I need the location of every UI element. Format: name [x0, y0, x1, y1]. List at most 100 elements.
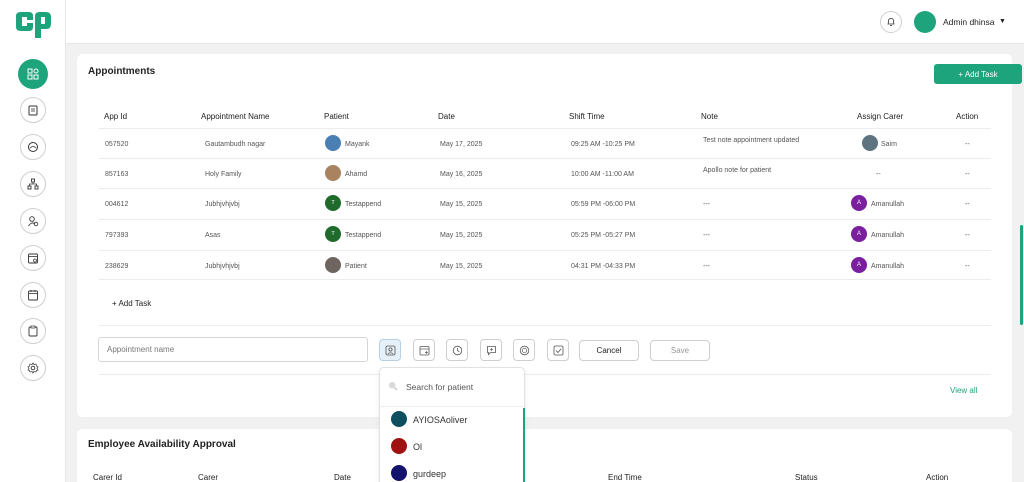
table-row[interactable]: 004612 Jubhjvhjvbj T Testappend May 15, …	[99, 188, 991, 218]
carer-avatar: A	[851, 257, 867, 273]
cell-date: May 15, 2025	[440, 232, 483, 239]
cell-action[interactable]: --	[965, 171, 970, 178]
cell-shift-time: 05:59 PM -06:00 PM	[571, 201, 636, 208]
sidebar-item-status[interactable]	[20, 134, 46, 160]
col-carer: Carer	[198, 473, 219, 482]
user-avatar[interactable]	[914, 11, 936, 33]
select-date-button[interactable]	[413, 339, 435, 361]
cell-date: May 15, 2025	[440, 201, 483, 208]
add-task-link[interactable]: + Add Task	[112, 299, 151, 308]
sidebar-item-tasks[interactable]	[20, 97, 46, 123]
carer-avatar: A	[851, 226, 867, 242]
carer-avatar: A	[851, 195, 867, 211]
patient-search-input[interactable]: Search for patient	[406, 382, 473, 392]
col-patient: Patient	[324, 112, 349, 121]
cell-note: ---	[703, 232, 710, 239]
cell-patient: Patient	[345, 263, 367, 270]
table-row[interactable]: 857163 Holy Family Ahamd May 16, 2025 10…	[99, 158, 991, 188]
cell-note: ---	[703, 201, 710, 208]
divider	[380, 406, 526, 407]
sidebar-item-org[interactable]	[20, 171, 46, 197]
patient-avatar: T	[325, 195, 341, 211]
add-task-button[interactable]: + Add Task	[934, 64, 1022, 84]
cell-shift-time: 09:25 AM -10:25 PM	[571, 141, 635, 148]
cell-note: ---	[703, 263, 710, 270]
dropdown-scrollbar[interactable]	[523, 408, 525, 482]
cell-action[interactable]: --	[965, 263, 970, 270]
sidebar-item-settings[interactable]	[20, 355, 46, 381]
cell-carer: Amanullah	[871, 232, 905, 239]
patient-dropdown: Search for patient AYIOSAoliver Ol gurde…	[379, 367, 526, 482]
col-date: Date	[438, 112, 455, 121]
view-all-link[interactable]: View all	[950, 386, 977, 395]
cell-carer: Saim	[881, 141, 897, 148]
bell-icon	[887, 18, 895, 26]
patient-option[interactable]: AYIOSAoliver	[391, 411, 516, 427]
cell-date: May 15, 2025	[440, 263, 483, 270]
patient-avatar: T	[325, 226, 341, 242]
col-carer-id: Carer Id	[93, 473, 122, 482]
patient-avatar	[325, 165, 341, 181]
divider	[99, 374, 991, 375]
col-app-id: App Id	[104, 112, 128, 121]
table-row[interactable]: 057520 Gautambudh nagar Mayank May 17, 2…	[99, 128, 991, 158]
cell-app-id: 057520	[105, 141, 129, 148]
cell-patient: Testappend	[345, 201, 382, 208]
check-icon	[553, 345, 563, 355]
cell-appointment-name: Gautambudh nagar	[205, 141, 266, 148]
table-row[interactable]: 797393 Asas T Testappend May 15, 2025 05…	[99, 219, 991, 249]
col-action: Action	[956, 112, 979, 121]
table-row[interactable]: 238629 Jubhjvhjvbj Patient May 15, 2025 …	[99, 250, 991, 280]
col-shift-time: Shift Time	[569, 112, 605, 121]
page-scrollbar[interactable]	[1020, 225, 1023, 325]
patient-option-name: gurdeep	[413, 469, 447, 479]
settings-icon	[27, 362, 39, 374]
add-note-button[interactable]	[480, 339, 502, 361]
patient-option[interactable]: Ol	[391, 438, 516, 454]
cell-action[interactable]: --	[965, 141, 970, 148]
top-header: Admin dhinsa ▼	[66, 0, 1024, 44]
select-patient-button[interactable]	[379, 339, 401, 361]
col-note: Note	[701, 112, 718, 121]
calendar-alt-icon	[28, 290, 38, 301]
admin-name[interactable]: Admin dhinsa	[943, 17, 995, 27]
app-logo[interactable]	[13, 10, 53, 40]
cell-carer: Amanullah	[871, 201, 905, 208]
chevron-down-icon[interactable]: ▼	[999, 18, 1006, 25]
employee-availability-card: Employee Availability Approval Carer Id …	[77, 429, 1012, 482]
sidebar-item-dashboard[interactable]	[18, 59, 48, 89]
patient-option[interactable]: gurdeep	[391, 465, 516, 481]
assign-carer-button[interactable]	[513, 339, 535, 361]
patient-avatar	[325, 257, 341, 273]
cell-patient: Testappend	[345, 232, 382, 239]
col-assign-carer: Assign Carer	[857, 112, 904, 121]
note-icon	[486, 345, 496, 355]
cell-app-id: 238629	[105, 263, 129, 270]
col-action: Action	[926, 473, 949, 482]
patient-avatar	[391, 411, 407, 427]
col-status: Status	[795, 473, 818, 482]
sidebar-item-calendar[interactable]	[20, 282, 46, 308]
sidebar-item-users[interactable]	[20, 208, 46, 234]
sidebar-item-schedule[interactable]	[20, 245, 46, 271]
cell-action[interactable]: --	[965, 232, 970, 239]
cell-date: May 16, 2025	[440, 171, 483, 178]
document-icon	[28, 325, 38, 337]
search-icon	[389, 382, 398, 391]
cell-action[interactable]: --	[965, 201, 970, 208]
user-icon	[385, 345, 395, 355]
circle-icon	[28, 142, 38, 152]
save-button[interactable]: Save	[650, 340, 710, 361]
select-time-button[interactable]	[446, 339, 468, 361]
col-appointment-name: Appointment Name	[201, 112, 270, 121]
cell-appointment-name: Holy Family	[205, 171, 242, 178]
appointment-name-input[interactable]	[98, 337, 368, 362]
sidebar-item-documents[interactable]	[20, 318, 46, 344]
confirm-button[interactable]	[547, 339, 569, 361]
notifications-button[interactable]	[880, 11, 902, 33]
cancel-button[interactable]: Cancel	[579, 340, 639, 361]
divider	[99, 325, 991, 326]
cell-carer: Amanullah	[871, 263, 905, 270]
clipboard-icon	[28, 105, 38, 116]
col-end-time: End Time	[608, 473, 642, 482]
